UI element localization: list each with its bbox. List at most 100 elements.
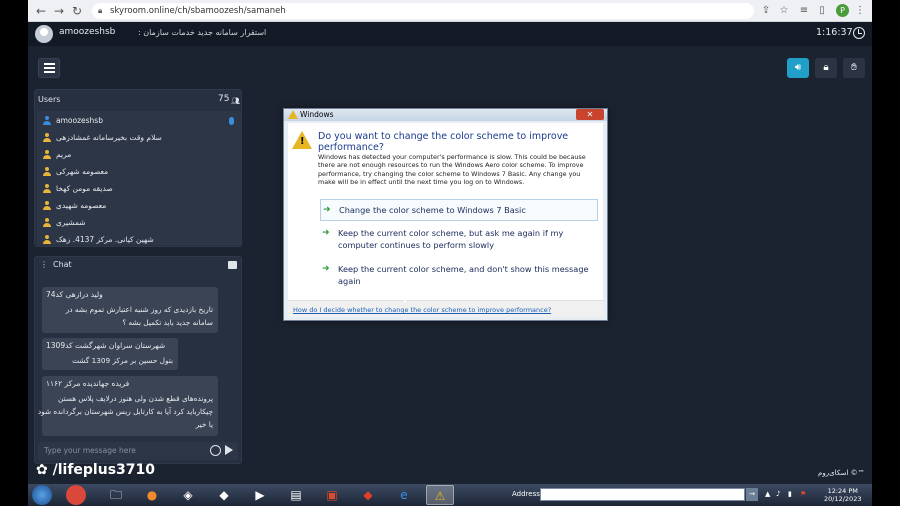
firefox-icon[interactable]: ● [138, 485, 166, 505]
option-keep-ask-again[interactable]: ➜ Keep the current color scheme, but ask… [320, 227, 598, 257]
user-name: مریم [56, 150, 72, 159]
windows-taskbar: 🗀︎ ● ◈ ◆ ▶ ▤ ▣ ◆ e ⚠ Address → ▲ ♪ ▮ ⚑ 1… [28, 484, 872, 506]
message-line: سامانه جدید باید تکمیل بشه ؟ [122, 318, 213, 327]
app-toolbar: 🔊︎ 🔒︎ ✋︎ [28, 47, 872, 85]
user-row[interactable]: amoozeshsb [39, 113, 239, 129]
tray-time: 12:24 PM [827, 487, 858, 495]
app-icon[interactable]: ◆ [210, 485, 238, 505]
star-icon[interactable]: ☆ [778, 4, 790, 18]
message-sender: ولید درازهی کد74 [46, 290, 103, 299]
flag-icon[interactable]: ⚑ [800, 490, 806, 498]
green-arrow-icon: ➜ [323, 205, 331, 215]
browser-toolbar: ← → ↻ 🔒︎ skyroom.online/ch/sbamoozesh/sa… [28, 0, 872, 22]
speaker-button[interactable]: 🔊︎ [787, 58, 809, 78]
menu-line [44, 67, 55, 69]
screen: ← → ↻ 🔒︎ skyroom.online/ch/sbamoozesh/sa… [28, 0, 872, 506]
help-link[interactable]: How do I decide whether to change the co… [293, 306, 551, 314]
share-icon[interactable]: ⇪ [760, 4, 772, 18]
chat-options-icon[interactable]: ⋮ [40, 260, 48, 269]
lock-button[interactable]: 🔒︎ [815, 58, 837, 78]
tray-clock[interactable]: 12:24 PM 20/12/2023 [824, 487, 861, 503]
user-row[interactable]: شمشیری [39, 215, 239, 231]
user-list: amoozeshsb سلام وقت بخیرسامانه غمشادزهی … [37, 111, 241, 245]
brand-label: اسکای‌روم ©™ [818, 469, 865, 477]
tray-arrow-icon[interactable]: ▲ [765, 490, 770, 498]
forward-icon[interactable]: → [52, 3, 66, 19]
app-icon[interactable]: ▣ [318, 485, 346, 505]
network-icon[interactable]: ▮ [788, 490, 792, 498]
lock-icon: 🔒︎ [98, 6, 103, 15]
windows-dialog: Windows ✕ Do you want to change the colo… [283, 108, 608, 321]
raise-hand-button[interactable]: ✋︎ [843, 58, 865, 78]
menu-line [44, 63, 55, 65]
chat-input-placeholder: Type your message here [44, 446, 136, 455]
user-row[interactable]: معصومه شهیدی [39, 198, 239, 214]
chat-message-input[interactable]: Type your message here [38, 442, 238, 460]
user-icon [43, 167, 51, 177]
user-icon [43, 184, 51, 194]
back-icon[interactable]: ← [34, 3, 48, 19]
media-player-icon[interactable]: ▶ [246, 485, 274, 505]
send-icon[interactable] [225, 445, 233, 455]
sidepanel-icon[interactable]: ▯ [816, 4, 828, 18]
ie-icon[interactable]: e [390, 485, 418, 505]
reload-icon[interactable]: ↻ [70, 3, 84, 19]
user-name: شهین کیانی. مرکز 4137. زهک [56, 235, 154, 244]
watermark-text: ✿ /lifeplus3710 [36, 462, 155, 478]
address-bar[interactable]: 🔒︎ skyroom.online/ch/sbamoozesh/samaneh [92, 3, 754, 19]
room-title: استقرار سامانه جدید خدمات سازمان : [138, 28, 267, 37]
dialog-question: Do you want to change the color scheme t… [318, 131, 569, 153]
user-name: صدیقه مومن کهخا [56, 184, 113, 193]
warning-icon[interactable]: ⚠ [426, 485, 454, 505]
users-header: Users 75 👥︎ [35, 90, 243, 110]
anydesk-icon[interactable]: ◆ [354, 485, 382, 505]
more-icon[interactable]: ⋮ [854, 4, 866, 18]
user-icon [43, 116, 51, 126]
green-arrow-icon: ➜ [322, 228, 330, 238]
dialog-footer: How do I decide whether to change the co… [288, 300, 603, 317]
green-arrow-icon: ➜ [322, 264, 330, 274]
hamburger-menu-button[interactable] [38, 58, 60, 78]
avatar[interactable] [35, 25, 53, 43]
option-change-to-basic[interactable]: ➜ Change the color scheme to Windows 7 B… [320, 199, 598, 221]
volume-icon[interactable]: ♪ [776, 490, 780, 498]
option-keep-dont-show[interactable]: ➜ Keep the current color scheme, and don… [320, 263, 598, 293]
users-count: 75 [218, 94, 230, 104]
user-name: معصومه شهرکی [56, 167, 109, 176]
option-label: Keep the current color scheme, and don't… [338, 264, 589, 286]
user-row[interactable]: مریم [39, 147, 239, 163]
app-icon[interactable]: ◈ [174, 485, 202, 505]
user-icon [43, 201, 51, 211]
dialog-description: Windows has detected your computer's per… [318, 153, 586, 187]
profile-avatar[interactable]: P [836, 4, 849, 17]
warning-icon [288, 110, 298, 119]
menu-line [44, 71, 55, 73]
start-button[interactable] [32, 485, 52, 505]
message-line: پرونده‌های قطع شدن ولی هنوز درلایف پلاس … [57, 394, 213, 403]
app-header: amoozeshsb استقرار سامانه جدید خدمات ساز… [28, 22, 872, 46]
chat-panel: ⋮ Chat ولید درازهی کد74 تاریخ بازدیدی که… [34, 256, 242, 464]
chat-message: ولید درازهی کد74 تاریخ بازدیدی که روز شن… [42, 287, 218, 333]
user-row[interactable]: صدیقه مومن کهخا [39, 181, 239, 197]
clock-icon [853, 27, 865, 39]
chrome-icon[interactable] [66, 485, 86, 505]
address-go-button[interactable]: → [746, 488, 758, 501]
users-panel: Users 75 👥︎ amoozeshsb سلام وقت بخیرساما… [34, 89, 242, 247]
message-sender: فریده جهانديده مركز ۱۱۶۲ [46, 379, 130, 388]
chat-bubble-icon [228, 261, 237, 269]
tray-date: 20/12/2023 [824, 495, 862, 503]
notepad-icon[interactable]: ▤ [282, 485, 310, 505]
chat-message: فریده جهانديده مركز ۱۱۶۲ پرونده‌های قطع … [38, 376, 218, 436]
user-row[interactable]: شهین کیانی. مرکز 4137. زهک [39, 232, 239, 248]
user-name: شمشیری [56, 218, 86, 227]
explorer-icon[interactable]: 🗀︎ [102, 485, 130, 505]
user-icon [43, 235, 51, 245]
user-row[interactable]: سلام وقت بخیرسامانه غمشادزهی [39, 130, 239, 146]
user-row[interactable]: معصومه شهرکی [39, 164, 239, 180]
dialog-titlebar[interactable]: Windows ✕ [284, 109, 607, 121]
dialog-close-button[interactable]: ✕ [576, 109, 604, 120]
users-group-icon: 👥︎ [231, 97, 240, 105]
taskbar-address-input[interactable] [540, 488, 745, 501]
media-icon[interactable]: ≡ [798, 4, 810, 18]
emoji-icon[interactable] [210, 445, 221, 456]
